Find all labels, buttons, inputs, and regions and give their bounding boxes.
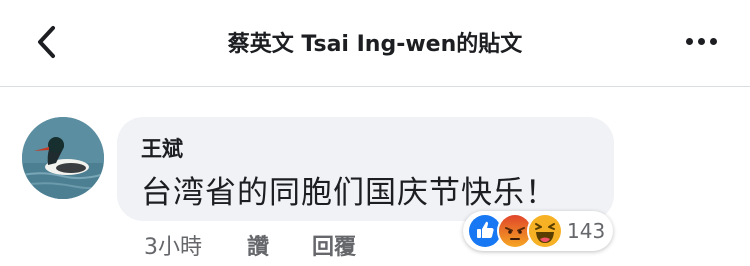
more-options-button[interactable] xyxy=(682,30,722,52)
comment-actions: 3小時 讚 回覆 xyxy=(144,229,356,261)
comment-bubble: 王斌 台湾省的同胞们国庆节快乐！ xyxy=(117,117,614,221)
like-button[interactable]: 讚 xyxy=(247,229,269,261)
reply-button[interactable]: 回覆 xyxy=(312,229,356,261)
haha-reaction-icon xyxy=(527,213,563,249)
reactions-summary[interactable]: 143 xyxy=(463,211,614,251)
comment-section: 王斌 台湾省的同胞们国庆节快乐！ 143 3小時 讚 回覆 xyxy=(0,87,750,266)
page-title: 蔡英文 Tsai Ing-wen的貼文 xyxy=(227,32,523,57)
back-button[interactable] xyxy=(28,22,68,62)
reaction-count: 143 xyxy=(567,219,606,243)
comment-text: 台湾省的同胞们国庆节快乐！ xyxy=(141,175,557,211)
chevron-left-icon xyxy=(38,26,55,58)
more-dots-icon xyxy=(686,38,693,45)
duck-photo xyxy=(22,117,104,199)
top-navigation-bar: 蔡英文 Tsai Ing-wen的貼文 xyxy=(0,0,750,87)
comment-author[interactable]: 王斌 xyxy=(141,133,183,163)
avatar[interactable] xyxy=(22,117,104,199)
comment-timestamp[interactable]: 3小時 xyxy=(144,229,202,261)
